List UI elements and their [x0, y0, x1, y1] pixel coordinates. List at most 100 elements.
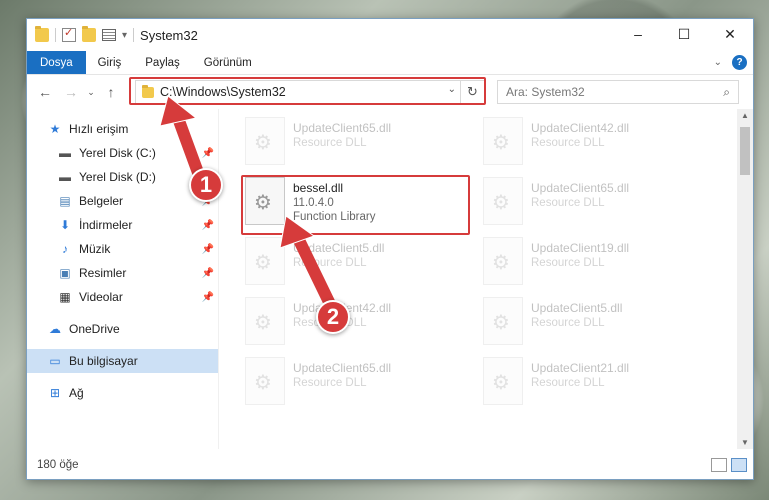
sidebar-item-documents[interactable]: ▤ Belgeler 📌 [27, 189, 218, 213]
file-highlight [241, 175, 470, 235]
sidebar-item-this-pc[interactable]: ▭ Bu bilgisayar [27, 349, 218, 373]
sidebar-item-label: Müzik [79, 242, 111, 256]
music-icon: ♪ [62, 242, 68, 256]
file-item[interactable]: UpdateClient65.dll Resource DLL [245, 357, 475, 413]
dll-file-icon [483, 237, 523, 285]
sidebar-item-label: Ağ [69, 386, 84, 400]
file-name: UpdateClient42.dll [531, 121, 630, 135]
dll-file-icon [245, 357, 285, 405]
pin-icon[interactable]: 📌 [202, 220, 214, 231]
sidebar-item-quick-access[interactable]: ★ Hızlı erişim [27, 117, 218, 141]
pin-icon[interactable]: 📌 [202, 268, 214, 279]
pin-icon[interactable]: 📌 [202, 148, 214, 159]
file-item[interactable]: UpdateClient21.dll Resource DLL [483, 357, 713, 413]
minimize-button[interactable]: – [615, 19, 661, 49]
search-placeholder: Ara: System32 [506, 85, 585, 99]
search-icon[interactable]: ⌕ [723, 85, 730, 100]
window-title: System32 [140, 27, 198, 43]
file-name: UpdateClient21.dll [531, 361, 630, 375]
scroll-up-icon[interactable]: ▲ [737, 111, 753, 120]
sidebar-item-label: Hızlı erişim [69, 122, 129, 136]
search-input[interactable]: Ara: System32 ⌕ [497, 80, 739, 104]
sidebar-item-pictures[interactable]: ▣ Resimler 📌 [27, 261, 218, 285]
new-folder-icon[interactable] [82, 26, 96, 42]
sidebar-item-network[interactable]: ⊞ Ağ [27, 381, 218, 405]
download-icon: ⬇ [59, 218, 71, 232]
pin-icon[interactable]: 📌 [202, 244, 214, 255]
dll-file-icon [245, 237, 285, 285]
sidebar-item-disk-c[interactable]: ▬ Yerel Disk (C:) 📌 [27, 141, 218, 165]
customize-toolbar-icon[interactable] [102, 29, 116, 41]
vertical-scrollbar[interactable]: ▲ ▼ [737, 109, 753, 449]
scroll-thumb[interactable] [740, 127, 750, 175]
file-list: UpdateClient65.dll Resource DLL bessel.d… [219, 109, 753, 449]
tab-share[interactable]: Paylaş [133, 51, 192, 74]
dll-file-icon [483, 177, 523, 225]
up-arrow-icon[interactable]: ↑ [101, 84, 121, 100]
recent-locations-icon[interactable]: ⌄ [85, 87, 97, 98]
dll-file-icon [483, 357, 523, 405]
tab-file[interactable]: Dosya [27, 51, 86, 74]
sidebar-item-label: Yerel Disk (C:) [79, 146, 156, 160]
maximize-button[interactable]: ☐ [661, 19, 707, 49]
view-buttons [711, 458, 747, 472]
documents-icon: ▤ [59, 194, 71, 208]
chevron-down-icon[interactable]: ▾ [122, 30, 127, 41]
file-name: UpdateClient5.dll [531, 301, 623, 315]
address-bar-highlight [129, 77, 486, 105]
sidebar-item-label: Resimler [79, 266, 127, 280]
dll-file-icon [483, 297, 523, 345]
file-type: Resource DLL [293, 257, 367, 269]
file-type: Resource DLL [531, 137, 605, 149]
file-item[interactable]: UpdateClient5.dll Resource DLL [483, 297, 713, 353]
file-name: UpdateClient65.dll [293, 121, 392, 135]
window-controls: – ☐ ✕ [615, 19, 753, 49]
help-icon[interactable]: ? [732, 55, 747, 70]
computer-icon: ▭ [49, 354, 61, 368]
tiles-view-icon[interactable] [731, 458, 747, 472]
divider [133, 28, 135, 42]
divider [55, 28, 56, 42]
dll-file-icon [483, 117, 523, 165]
file-type: Resource DLL [531, 257, 605, 269]
back-arrow-icon[interactable]: ← [35, 84, 55, 100]
properties-check-icon[interactable] [62, 26, 76, 42]
drive-icon: ▬ [59, 146, 71, 160]
ribbon-tabs: Dosya Giriş Paylaş Görünüm ⌄ ? [27, 51, 753, 75]
sidebar-item-videos[interactable]: ▦ Videolar 📌 [27, 285, 218, 309]
tab-home[interactable]: Giriş [86, 51, 134, 74]
forward-arrow-icon[interactable]: → [61, 84, 81, 100]
file-item[interactable]: UpdateClient19.dll Resource DLL [483, 237, 713, 293]
file-type: Resource DLL [531, 197, 605, 209]
file-item[interactable]: UpdateClient42.dll Resource DLL [483, 117, 713, 173]
scroll-down-icon[interactable]: ▼ [737, 438, 753, 447]
tab-view[interactable]: Görünüm [192, 51, 264, 74]
details-view-icon[interactable] [711, 458, 727, 472]
expand-ribbon-icon[interactable]: ⌄ [714, 57, 722, 68]
file-name: UpdateClient19.dll [531, 241, 630, 255]
file-item[interactable]: UpdateClient65.dll Resource DLL [483, 177, 713, 233]
file-name: UpdateClient65.dll [293, 361, 392, 375]
title-bar: ▾ System32 – ☐ ✕ [27, 19, 753, 51]
file-item[interactable]: UpdateClient5.dll Resource DLL [245, 237, 475, 293]
ribbon-right: ⌄ ? [714, 55, 747, 70]
file-item[interactable]: UpdateClient42.dll Resource DLL [245, 297, 475, 353]
network-icon: ⊞ [49, 386, 61, 400]
main-area: ★ Hızlı erişim ▬ Yerel Disk (C:) 📌 ▬ Yer… [27, 109, 753, 449]
cloud-icon: ☁ [49, 322, 61, 336]
sidebar-item-label: OneDrive [69, 322, 120, 336]
sidebar-item-label: Yerel Disk (D:) [79, 170, 156, 184]
sidebar-item-onedrive[interactable]: ☁ OneDrive [27, 317, 218, 341]
file-type: Resource DLL [293, 377, 367, 389]
sidebar-item-label: Videolar [79, 290, 123, 304]
file-type: Resource DLL [531, 317, 605, 329]
file-item[interactable]: UpdateClient65.dll Resource DLL [245, 117, 475, 173]
file-type: Resource DLL [293, 137, 367, 149]
pin-icon[interactable]: 📌 [202, 292, 214, 303]
sidebar-item-downloads[interactable]: ⬇ İndirmeler 📌 [27, 213, 218, 237]
sidebar-item-music[interactable]: ♪ Müzik 📌 [27, 237, 218, 261]
close-button[interactable]: ✕ [707, 19, 753, 49]
